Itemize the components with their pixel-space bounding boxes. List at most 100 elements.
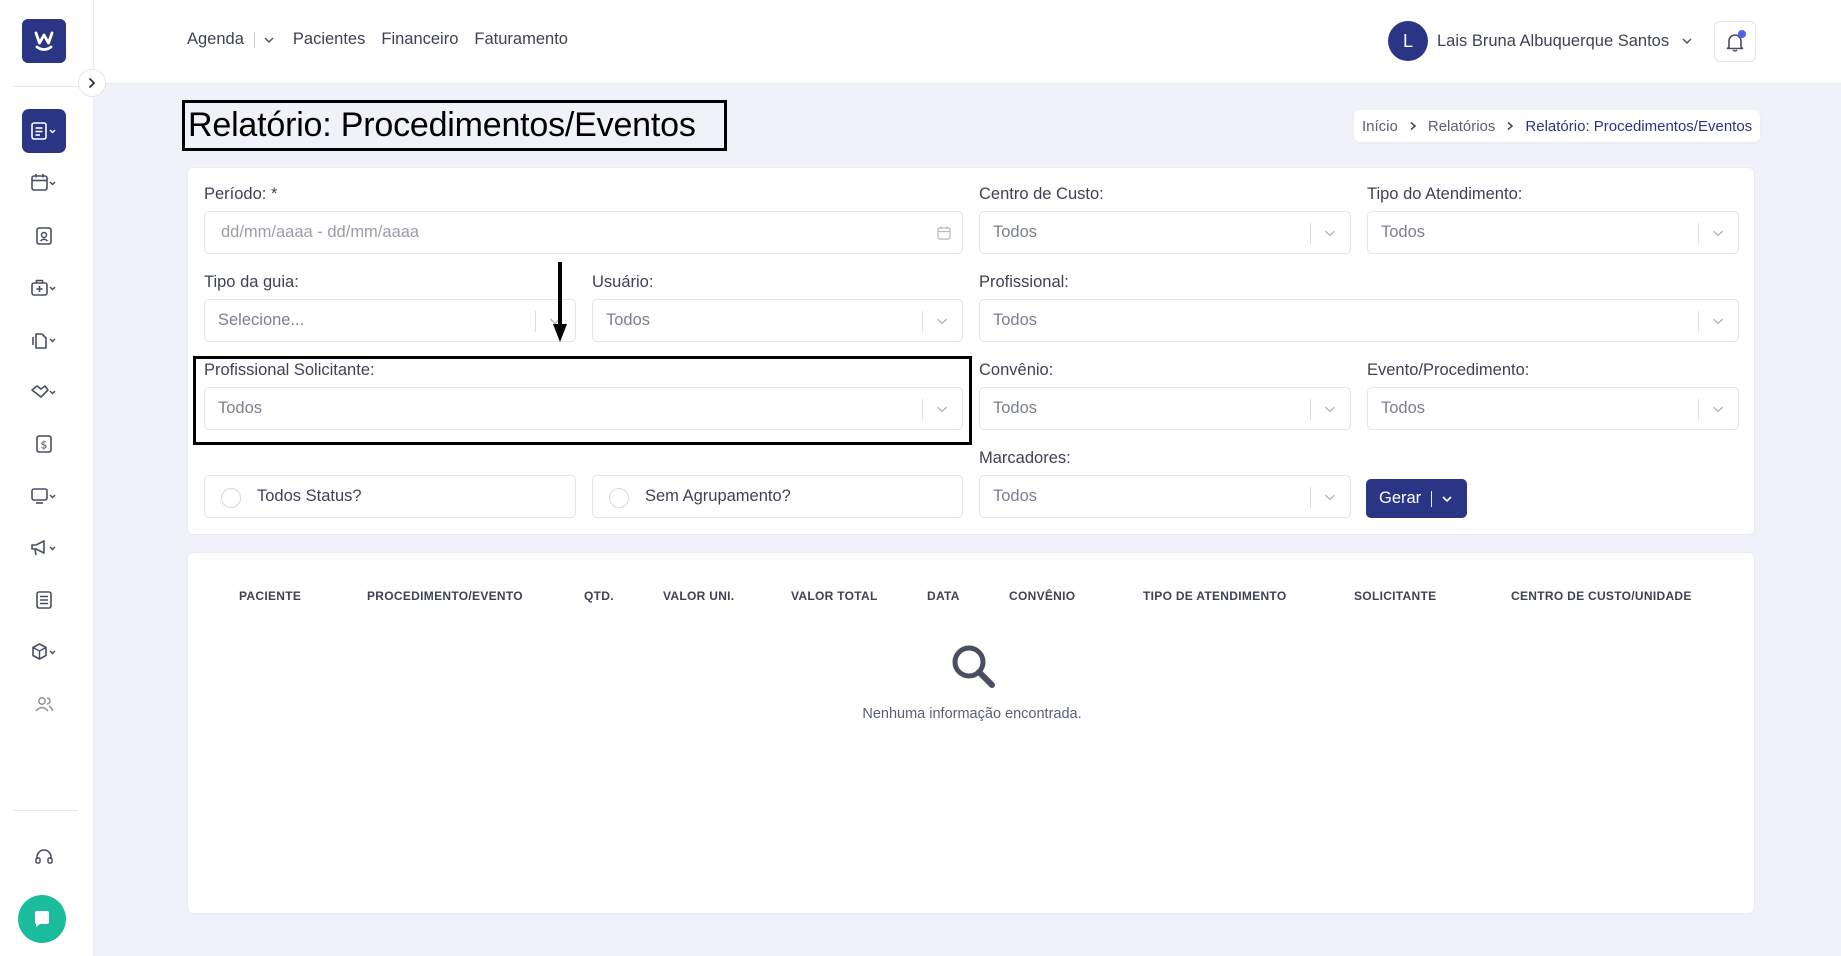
sidebar-item-marketing[interactable]	[22, 526, 66, 570]
evento-procedimento-label: Evento/Procedimento:	[1367, 361, 1530, 379]
checkbox-circle[interactable]	[609, 488, 629, 508]
select-separator	[1698, 311, 1699, 332]
chevron-down-icon[interactable]	[1322, 401, 1338, 417]
sidebar-item-patients[interactable]	[22, 214, 66, 258]
breadcrumb: Início Relatórios Relatório: Procediment…	[1354, 110, 1761, 142]
sidebar-item-news[interactable]	[22, 578, 66, 622]
annotation-arrow-down-icon	[553, 262, 567, 342]
breadcrumb-relatorios[interactable]: Relatórios	[1428, 118, 1496, 135]
column-header-convenio[interactable]: CONVÊNIO	[1009, 589, 1075, 603]
column-header-tipo-atendimento[interactable]: TIPO DE ATENDIMENTO	[1143, 589, 1286, 603]
centro-custo-label: Centro de Custo:	[979, 185, 1104, 203]
sem-agrupamento-checkbox[interactable]: Sem Agrupamento?	[592, 475, 963, 518]
chevron-down-icon[interactable]	[1322, 225, 1338, 241]
notifications-button[interactable]	[1714, 21, 1756, 62]
usuario-label: Usuário:	[592, 273, 654, 291]
chat-button[interactable]	[18, 895, 66, 943]
column-header-paciente[interactable]: PACIENTE	[239, 589, 301, 603]
tipo-guia-select[interactable]: Selecione...	[204, 299, 576, 342]
newspaper-icon	[36, 591, 52, 609]
nav-divider	[253, 31, 255, 48]
tipo-guia-label: Tipo da guia:	[204, 273, 299, 291]
gerar-button[interactable]: Gerar	[1366, 479, 1467, 518]
notification-dot	[1738, 30, 1746, 38]
nav-agenda-dropdown[interactable]	[263, 34, 275, 46]
nav-item-financeiro[interactable]: Financeiro	[381, 30, 458, 49]
chevron-down-icon[interactable]	[1710, 313, 1726, 329]
centro-custo-select[interactable]: Todos	[979, 211, 1351, 254]
periodo-label: Período: *	[204, 185, 278, 203]
todos-status-label: Todos Status?	[257, 487, 362, 505]
user-menu[interactable]: L Lais Bruna Albuquerque Santos	[1388, 21, 1693, 61]
column-header-valor-uni[interactable]: VALOR UNI.	[663, 589, 734, 603]
chevron-down-icon[interactable]	[934, 313, 950, 329]
marcadores-value: Todos	[993, 487, 1038, 505]
periodo-date-input[interactable]: dd/mm/aaaa - dd/mm/aaaa	[204, 211, 963, 254]
nav-item-pacientes[interactable]: Pacientes	[293, 30, 365, 49]
calendar-icon	[31, 174, 56, 191]
sidebar-item-documents[interactable]	[22, 318, 66, 362]
todos-status-checkbox[interactable]: Todos Status?	[204, 475, 576, 518]
column-header-solicitante[interactable]: SOLICITANTE	[1354, 589, 1436, 603]
chevron-down-icon	[264, 36, 274, 43]
sidebar-item-monitor[interactable]	[22, 474, 66, 518]
convenio-select[interactable]: Todos	[979, 387, 1351, 430]
patient-badge-icon	[36, 227, 52, 245]
top-header: Agenda Pacientes Financeiro Faturamento …	[94, 0, 1841, 84]
app-logo[interactable]	[22, 19, 66, 63]
sidebar-item-agenda[interactable]	[22, 161, 66, 205]
avatar[interactable]: L	[1388, 21, 1428, 61]
user-name[interactable]: Lais Bruna Albuquerque Santos	[1437, 32, 1669, 51]
select-separator	[1698, 223, 1699, 244]
chevron-down-icon[interactable]	[1322, 489, 1338, 505]
user-menu-chevron[interactable]	[1681, 35, 1693, 47]
chevron-down-icon[interactable]	[934, 401, 950, 417]
reports-icon	[31, 122, 56, 140]
usuario-select[interactable]: Todos	[592, 299, 963, 342]
breadcrumb-inicio[interactable]: Início	[1362, 118, 1398, 135]
calendar-icon[interactable]	[936, 225, 952, 246]
svg-text:$: $	[41, 439, 48, 452]
checkbox-circle[interactable]	[221, 488, 241, 508]
sidebar-item-medical[interactable]	[22, 266, 66, 310]
medical-kit-icon	[31, 279, 56, 296]
breadcrumb-current: Relatório: Procedimentos/Eventos	[1525, 117, 1753, 135]
convenio-value: Todos	[993, 399, 1038, 417]
sidebar-item-agreements[interactable]	[22, 370, 66, 414]
evento-procedimento-select[interactable]: Todos	[1367, 387, 1739, 430]
profissional-label: Profissional:	[979, 273, 1069, 291]
column-header-procedimento[interactable]: PROCEDIMENTO/EVENTO	[367, 589, 523, 603]
select-separator	[1310, 223, 1311, 244]
tipo-atendimento-select[interactable]: Todos	[1367, 211, 1739, 254]
sidebar-item-finance[interactable]: $	[22, 422, 66, 466]
chevron-down-icon[interactable]	[1710, 401, 1726, 417]
convenio-label: Convênio:	[979, 361, 1054, 379]
sidebar-item-users[interactable]	[22, 682, 66, 726]
chevron-right-icon	[1410, 121, 1416, 131]
handshake-icon	[31, 385, 56, 398]
column-header-centro-custo[interactable]: CENTRO DE CUSTO/UNIDADE	[1511, 589, 1692, 603]
documents-icon	[32, 333, 56, 349]
nav-item-agenda[interactable]: Agenda	[187, 30, 244, 49]
column-header-qtd[interactable]: QTD.	[584, 589, 614, 603]
profissional-solicitante-select[interactable]: Todos	[204, 387, 963, 430]
sidebar-item-support[interactable]	[22, 835, 66, 879]
sidebar-item-reports[interactable]	[22, 109, 66, 153]
column-header-data[interactable]: DATA	[927, 589, 960, 603]
marcadores-select[interactable]: Todos	[979, 475, 1351, 518]
nav-item-faturamento[interactable]: Faturamento	[474, 30, 568, 49]
results-card: PACIENTE PROCEDIMENTO/EVENTO QTD. VALOR …	[187, 552, 1755, 914]
sidebar-item-inventory[interactable]	[22, 630, 66, 674]
periodo-placeholder: dd/mm/aaaa - dd/mm/aaaa	[221, 223, 420, 241]
chat-icon	[35, 911, 49, 927]
select-separator	[535, 311, 536, 332]
gerar-label: Gerar	[1379, 489, 1422, 507]
chevron-down-icon[interactable]	[1441, 493, 1453, 505]
chevron-down-icon[interactable]	[1710, 225, 1726, 241]
column-header-valor-total[interactable]: VALOR TOTAL	[791, 589, 878, 603]
chevron-down-icon	[1682, 38, 1692, 45]
dollar-icon: $	[36, 435, 52, 453]
sidebar-toggle-button[interactable]	[78, 69, 106, 97]
profissional-select[interactable]: Todos	[979, 299, 1739, 342]
button-divider	[1431, 490, 1433, 507]
